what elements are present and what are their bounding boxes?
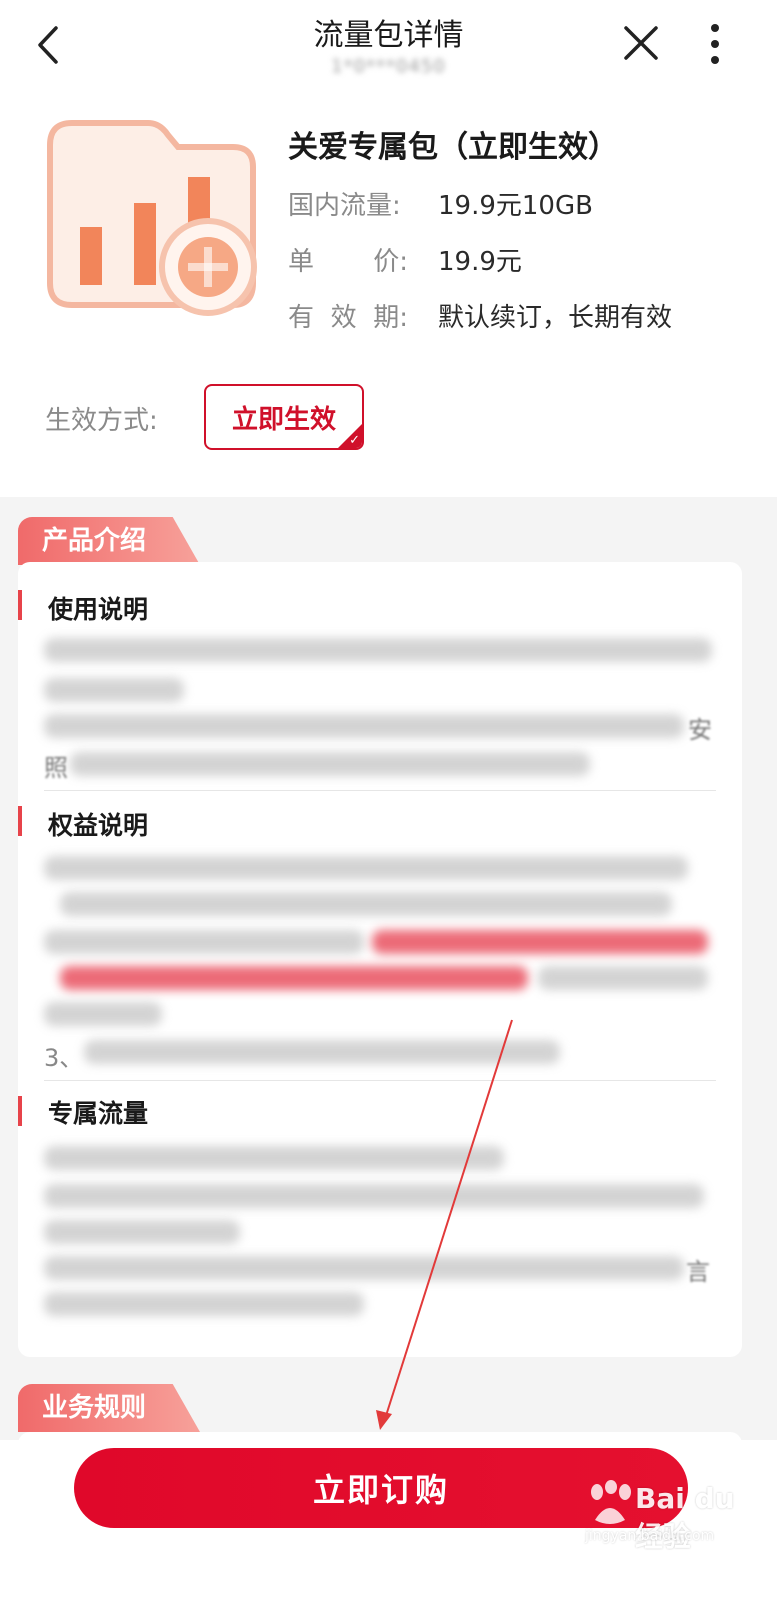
more-options-button[interactable]	[700, 22, 730, 66]
close-button[interactable]	[620, 22, 662, 64]
blurred-highlight-line	[372, 930, 708, 954]
validity-row: 有 效 期: 默认续订，长期有效	[288, 297, 672, 334]
usage-section-title: 使用说明	[48, 595, 149, 624]
baidu-watermark: Bai du 经验 jingyan.baidu.com	[585, 1478, 755, 1558]
validity-label-part: 效	[330, 303, 357, 333]
blurred-text-line	[44, 1292, 364, 1316]
blurred-text-line	[44, 1256, 684, 1280]
blurred-text-line	[60, 892, 672, 916]
unit-price-label-part: 价:	[373, 247, 408, 277]
section-marker	[18, 590, 22, 620]
blurred-text-line	[70, 752, 590, 776]
exclusive-section-title: 专属流量	[48, 1099, 149, 1128]
usage-edge-char: 照	[44, 754, 68, 782]
blurred-text-line	[44, 1220, 240, 1244]
domestic-data-label: 国内流量:	[288, 191, 401, 221]
validity-label: 有 效 期:	[288, 297, 408, 334]
validity-label-part: 期:	[373, 303, 408, 333]
blurred-text-line	[44, 856, 688, 880]
tab-product-intro[interactable]: 产品介绍	[18, 517, 200, 565]
tab-business-rules[interactable]: 业务规则	[18, 1384, 200, 1432]
blurred-text-line	[44, 1002, 162, 1026]
validity-label-part: 有	[288, 303, 315, 333]
watermark-brand: Bai du 经验	[635, 1482, 735, 1553]
section-divider	[44, 1080, 716, 1081]
rights-item-number: 3、	[44, 1044, 84, 1072]
unit-price-value: 19.9元	[438, 247, 522, 277]
domestic-data-value: 19.9元10GB	[438, 191, 593, 221]
unit-price-row: 单 价: 19.9元	[288, 241, 522, 278]
blurred-text-line	[44, 714, 684, 738]
watermark-url: jingyan.baidu.com	[585, 1528, 715, 1544]
blurred-text-line	[44, 1184, 704, 1208]
effect-option-label: 立即生效	[231, 404, 336, 435]
usage-edge-char: 安	[688, 716, 712, 744]
check-icon: ✓	[349, 433, 360, 448]
exclusive-edge-char: 言	[686, 1258, 710, 1286]
unit-price-label: 单 价:	[288, 241, 408, 278]
blurred-text-line	[44, 678, 184, 702]
close-icon	[624, 26, 658, 60]
data-package-icon	[38, 115, 268, 335]
domestic-data-row: 国内流量: 19.9元10GB	[288, 185, 593, 222]
blurred-text-line	[44, 1146, 504, 1170]
blurred-highlight-line	[60, 966, 528, 990]
top-navigation-bar: 流量包详情 1*0***0450	[0, 0, 777, 95]
blurred-text-line	[84, 1040, 560, 1064]
paw-logo-icon	[591, 1480, 631, 1524]
blurred-text-line	[44, 930, 364, 954]
blurred-text-line	[538, 966, 708, 990]
effect-option-immediate[interactable]: 立即生效 ✓	[204, 384, 364, 450]
more-vertical-icon	[711, 24, 719, 64]
unit-price-label-part: 单	[288, 247, 315, 277]
effect-mode-label: 生效方式:	[45, 406, 158, 436]
product-name: 关爱专属包（立即生效）	[288, 130, 618, 165]
rights-section-title: 权益说明	[48, 811, 149, 840]
validity-value: 默认续订，长期有效	[438, 303, 673, 333]
section-divider	[44, 790, 716, 791]
blurred-text-line	[44, 638, 712, 662]
section-marker	[18, 1096, 22, 1126]
section-marker	[18, 806, 22, 836]
